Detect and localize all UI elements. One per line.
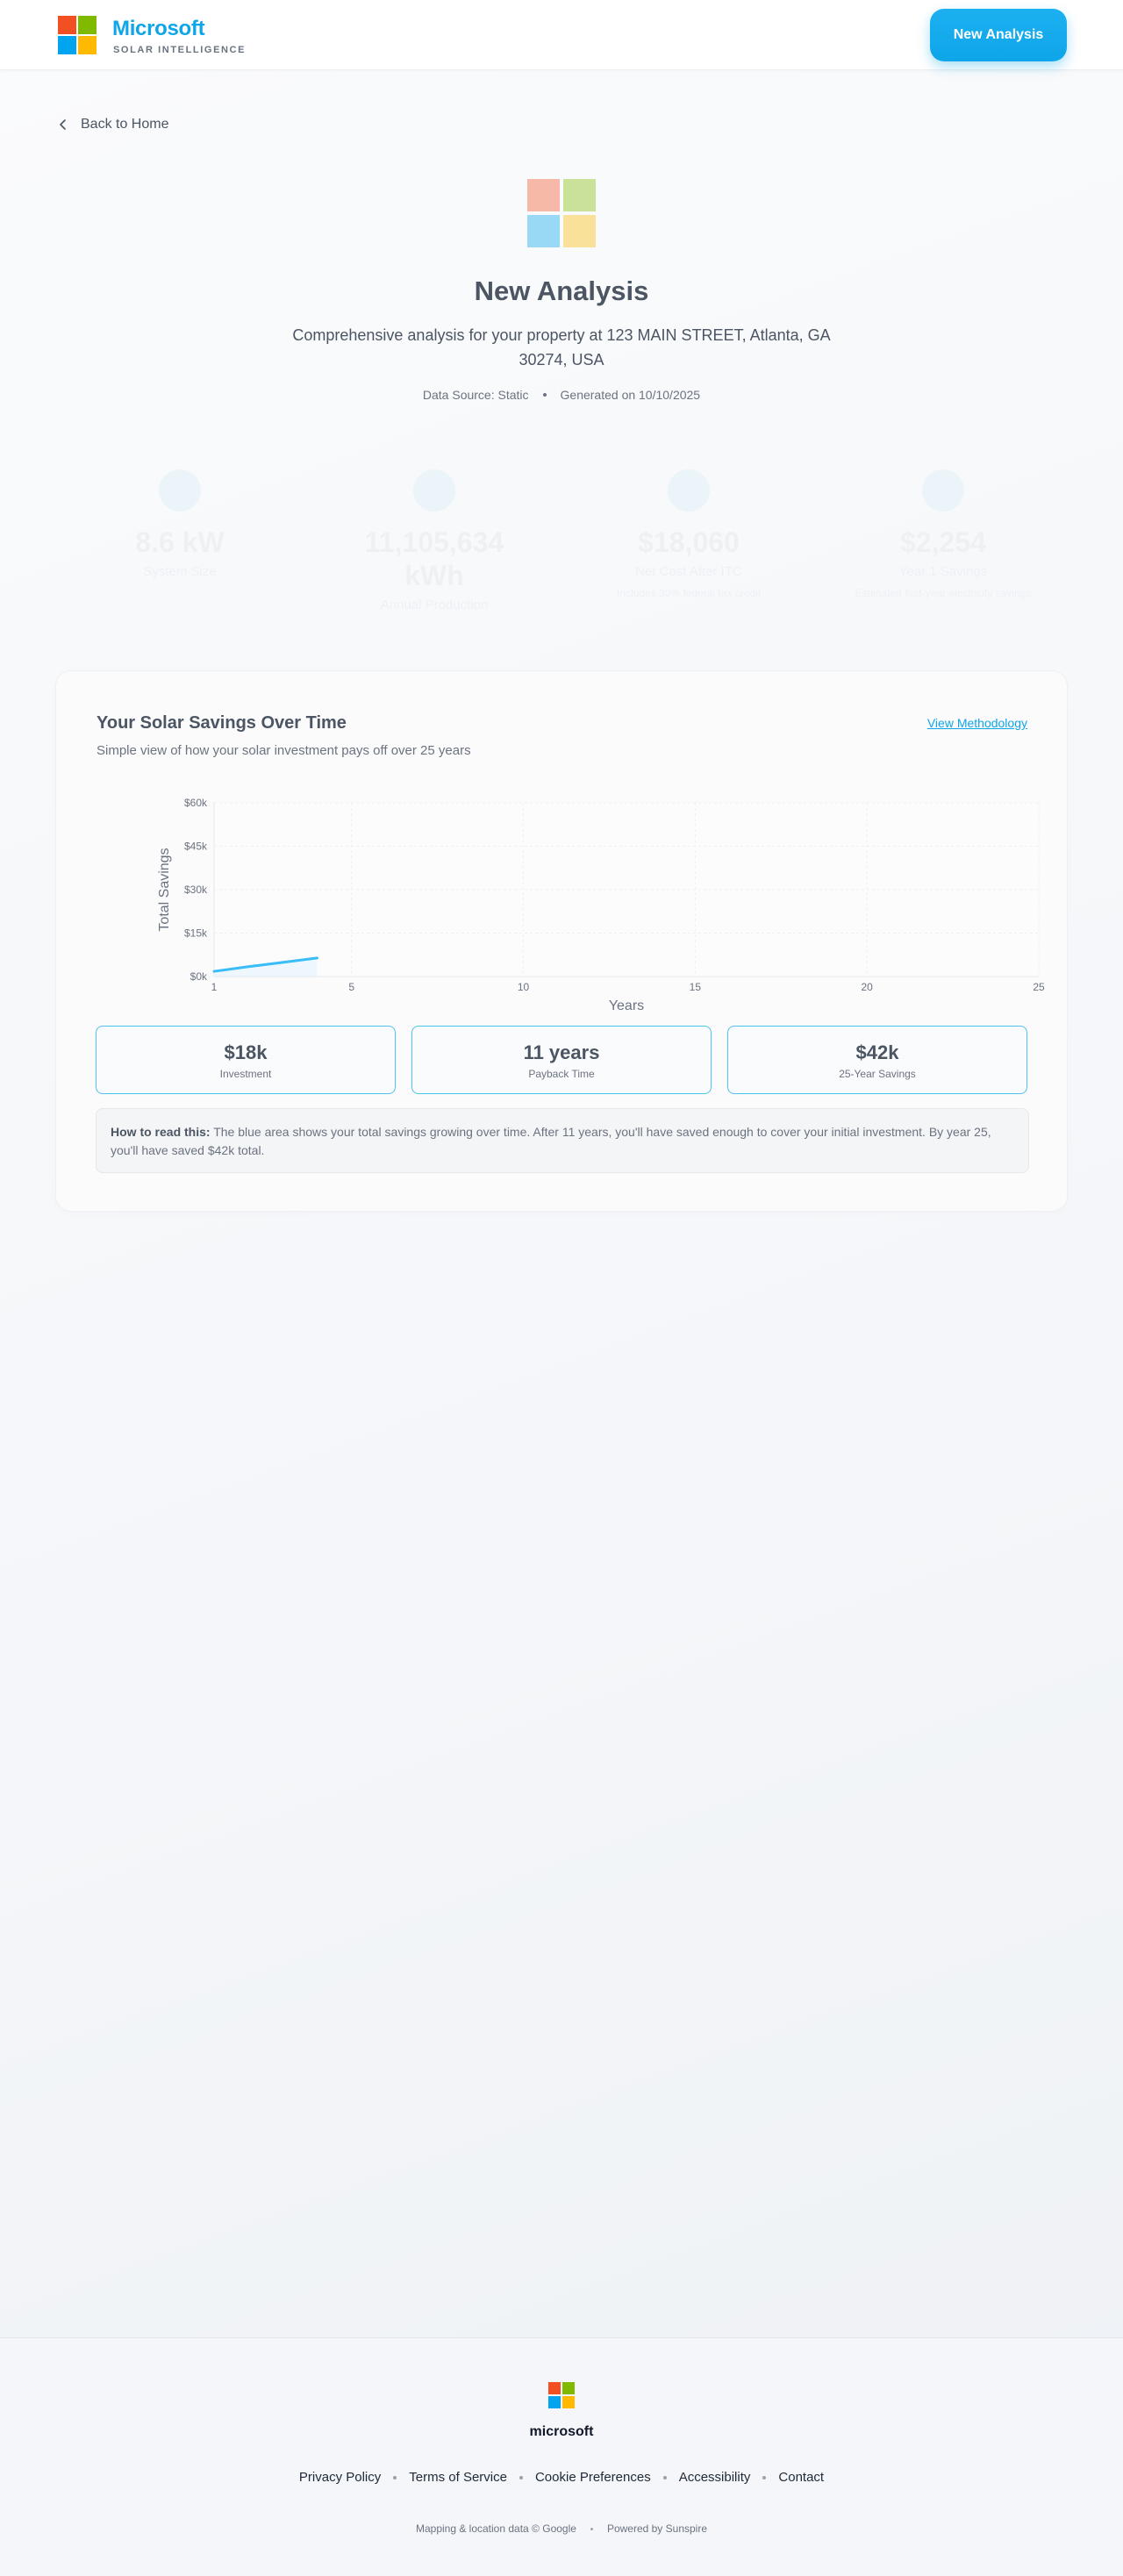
savings-chart: $0k$15k$30k$45k$60k1 5 10 15 20 25YearsTotal … xyxy=(157,797,1045,1013)
stat-investment: $18k Investment xyxy=(96,1026,396,1094)
metric-value: $18,060 xyxy=(638,526,740,558)
sun-icon xyxy=(159,469,201,512)
savings-card-subtitle: Simple view of how your solar investment… xyxy=(97,743,471,758)
stat-value: 11 years xyxy=(523,1041,600,1063)
x-axis-title: Years xyxy=(609,998,644,1013)
contact-link[interactable]: Contact xyxy=(778,2470,824,2485)
footer-credits: Mapping & location data © Google Powered… xyxy=(0,2522,1123,2535)
lightning-icon xyxy=(413,469,455,512)
stat-label: 25-Year Savings xyxy=(839,1068,916,1080)
chevron-left-icon xyxy=(60,119,66,130)
meta-separator-dot xyxy=(542,393,547,397)
x-tick-label: 15 xyxy=(690,981,702,993)
footer-logo-blue-square xyxy=(548,2396,561,2408)
metric-label: System Size xyxy=(143,564,217,579)
logo-yellow-square xyxy=(78,36,97,54)
stat-value: $18k xyxy=(224,1041,268,1063)
y-tick-label: $0k xyxy=(190,970,208,983)
stat-payback-time: 11 years Payback Time xyxy=(411,1026,712,1094)
metric-system-size: 8.6 kW System Size xyxy=(53,469,307,579)
y-tick-label: $45k xyxy=(184,841,208,853)
metric-annual-production: 11,105,634 kWh Annual Production xyxy=(307,469,562,612)
footer-logo-red-square xyxy=(548,2382,561,2394)
how-to-read-note: How to read this: The blue area shows yo… xyxy=(96,1108,1029,1173)
stat-25-year-savings: $42k 25-Year Savings xyxy=(727,1026,1027,1094)
footer-logo-yellow-square xyxy=(562,2396,575,2408)
new-analysis-button[interactable]: New Analysis xyxy=(930,9,1067,61)
hero-logo-red-square xyxy=(527,179,560,211)
how-to-read-heading: How to read this: xyxy=(111,1125,211,1139)
x-tick-label: 1 xyxy=(211,981,218,993)
view-methodology-link[interactable]: View Methodology xyxy=(927,716,1027,730)
page-subtitle: Comprehensive analysis for your property… xyxy=(292,326,831,369)
footer-logo-icon xyxy=(548,2382,575,2408)
stat-label: Investment xyxy=(219,1068,272,1080)
footer-links: Privacy Policy Terms of Service Cookie P… xyxy=(0,2470,1123,2485)
data-source-label: Data Source: Static xyxy=(422,388,529,402)
back-to-home-link[interactable]: Back to Home xyxy=(58,114,168,135)
savings-card: Your Solar Savings Over Time View Method… xyxy=(55,670,1068,1212)
metric-net-cost: $18,060 Net Cost After ITC Includes 30% … xyxy=(562,469,816,600)
analysis-meta: Data Source: Static Generated on 10/10/2… xyxy=(0,388,1123,402)
back-link-label: Back to Home xyxy=(81,117,169,132)
metric-label: Annual Production xyxy=(380,597,489,612)
metric-value: $2,254 xyxy=(900,526,986,558)
footer-separator-dot xyxy=(662,2475,667,2479)
top-header: Microsoft SOLAR INTELLIGENCE New Analysi… xyxy=(0,0,1123,70)
how-to-read-text: The blue area shows your total savings g… xyxy=(111,1125,991,1157)
hero-logo-green-square xyxy=(563,179,596,211)
metric-year1-savings: $2,254 Year 1 Savings Estimated first-ye… xyxy=(816,469,1070,600)
hero-logo-yellow-square xyxy=(563,215,596,247)
metric-note: Estimated first-year electricity savings xyxy=(855,587,1032,599)
y-tick-label: $60k xyxy=(184,797,208,809)
y-tick-label: $15k xyxy=(184,927,208,940)
footer-separator-dot xyxy=(519,2475,523,2479)
footer: microsoft Privacy Policy Terms of Servic… xyxy=(0,2337,1123,2576)
x-tick-label: 20 xyxy=(861,981,873,993)
footer-separator-dot xyxy=(762,2475,767,2479)
x-tick-label: 5 xyxy=(348,981,354,993)
y-axis-title: Total Savings xyxy=(157,848,172,931)
logo-red-square xyxy=(58,16,76,34)
footer-brand-name: microsoft xyxy=(529,2424,594,2439)
x-tick-label: 10 xyxy=(518,981,530,993)
footer-logo-green-square xyxy=(562,2382,575,2394)
logo-green-square xyxy=(78,16,97,34)
savings-card-title: Your Solar Savings Over Time xyxy=(97,713,347,733)
x-tick-label: 25 xyxy=(1033,981,1045,993)
dollar-icon xyxy=(668,469,710,512)
accessibility-link[interactable]: Accessibility xyxy=(679,2470,751,2485)
page-title: New Analysis xyxy=(474,275,649,306)
footer-separator-dot xyxy=(590,2527,593,2530)
metrics-row: 8.6 kW System Size 11,105,634 kWh Annual… xyxy=(53,469,1070,645)
metric-value: 11,105,634 kWh xyxy=(364,526,504,591)
hero-logo-icon xyxy=(527,179,596,247)
sunspire-credit: Powered by Sunspire xyxy=(606,2522,708,2535)
metric-note: Includes 30% federal tax credit xyxy=(616,587,762,599)
terms-of-service-link[interactable]: Terms of Service xyxy=(409,2470,507,2485)
metric-label: Year 1 Savings xyxy=(898,564,988,579)
stat-label: Payback Time xyxy=(528,1068,595,1080)
metric-label: Net Cost After ITC xyxy=(635,564,742,579)
google-credit: Mapping & location data © Google xyxy=(415,2522,576,2535)
hero-logo-blue-square xyxy=(527,215,560,247)
stat-value: $42k xyxy=(855,1041,899,1063)
footer-separator-dot xyxy=(393,2475,397,2479)
piggy-bank-icon xyxy=(922,469,964,512)
privacy-policy-link[interactable]: Privacy Policy xyxy=(299,2470,381,2485)
logo-blue-square xyxy=(58,36,76,54)
microsoft-logo-icon[interactable] xyxy=(58,16,97,54)
cookie-preferences-link[interactable]: Cookie Preferences xyxy=(535,2470,651,2485)
brand-name[interactable]: Microsoft xyxy=(112,17,205,41)
generated-date-label: Generated on 10/10/2025 xyxy=(560,388,701,402)
y-tick-label: $30k xyxy=(184,884,208,896)
stats-row: $18k Investment 11 years Payback Time $4… xyxy=(96,1026,1029,1094)
metric-value: 8.6 kW xyxy=(135,526,225,558)
brand-subtitle: SOLAR INTELLIGENCE xyxy=(113,45,247,55)
